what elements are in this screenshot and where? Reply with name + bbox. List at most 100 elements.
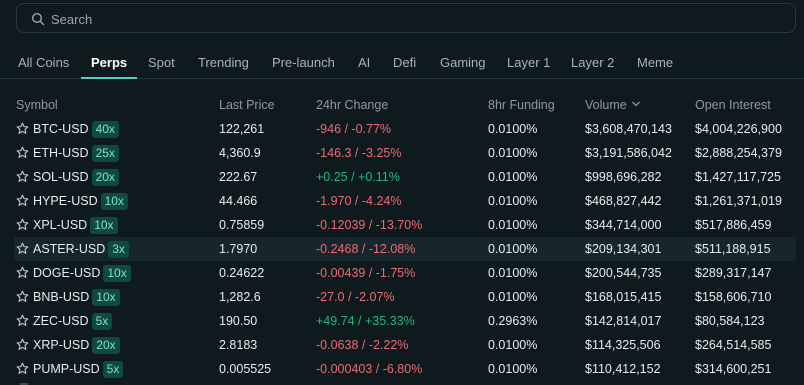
tab-all-coins[interactable]: All Coins bbox=[18, 48, 69, 78]
table-row[interactable]: BTC-USD 40x 122,261 -946 / -0.77% 0.0100% $3,… bbox=[14, 117, 796, 141]
change-cell: -946 / -0.77% bbox=[316, 122, 392, 136]
table-row[interactable]: ZEC-USD 5x 190.50 +49.74 / +35.33% 0.2963% $1… bbox=[14, 309, 796, 333]
table-row[interactable]: HYPE-USD 10x 44.466 -1.970 / -4.24% 0.0100% $… bbox=[14, 189, 796, 213]
funding-cell: 0.0100% bbox=[488, 170, 538, 184]
symbol-name: BNB-USD bbox=[33, 290, 90, 304]
search-input[interactable] bbox=[49, 4, 753, 34]
leverage-badge: 10x bbox=[100, 193, 128, 210]
change-cell: -0.12039 / -13.70% bbox=[316, 218, 423, 232]
tab-trending[interactable]: Trending bbox=[198, 48, 249, 78]
symbol-cell: DOGE-USD 10x bbox=[33, 261, 131, 285]
star-outline-icon[interactable] bbox=[16, 362, 29, 375]
symbol-name: BTC-USD bbox=[33, 122, 89, 136]
symbol-name: ETH-USD bbox=[33, 146, 89, 160]
tab-spot[interactable]: Spot bbox=[148, 48, 175, 78]
star-outline-icon[interactable] bbox=[16, 338, 29, 351]
star-outline-icon[interactable] bbox=[16, 314, 29, 327]
funding-cell: 0.0100% bbox=[488, 242, 538, 256]
symbol-cell: ETH-USD 25x bbox=[33, 141, 119, 165]
symbol-cell: XRP-USD 20x bbox=[33, 333, 120, 357]
last-price-cell: 2.8183 bbox=[219, 338, 258, 352]
leverage-badge: 10x bbox=[90, 217, 118, 234]
change-cell: +0.25 / +0.11% bbox=[316, 170, 400, 184]
open-interest-cell: $1,261,371,019 bbox=[695, 194, 782, 208]
symbol-cell: BNB-USD 10x bbox=[33, 285, 120, 309]
change-cell: -0.00439 / -1.75% bbox=[316, 266, 416, 280]
last-price-cell: 122,261 bbox=[219, 122, 265, 136]
leverage-badge: 10x bbox=[103, 265, 131, 282]
last-price-cell: 1.7970 bbox=[219, 242, 258, 256]
volume-cell: $200,544,735 bbox=[585, 266, 662, 280]
leverage-badge: 20x bbox=[91, 169, 119, 186]
table-row[interactable]: DOGE-USD 10x 0.24622 -0.00439 / -1.75% 0.010… bbox=[14, 261, 796, 285]
column-header-8hr-funding[interactable]: 8hr Funding bbox=[488, 98, 555, 112]
funding-cell: 0.0100% bbox=[488, 266, 538, 280]
last-price-cell: 0.24622 bbox=[219, 266, 265, 280]
last-price-cell: 1,282.6 bbox=[219, 290, 261, 304]
table-row[interactable]: XRP-USD 20x 2.8183 -0.0638 / -2.22% 0.0100% $… bbox=[14, 333, 796, 357]
open-interest-cell: $314,600,251 bbox=[695, 362, 772, 376]
star-outline-icon[interactable] bbox=[16, 170, 29, 183]
last-price-cell: 0.005525 bbox=[219, 362, 272, 376]
column-header-last-price[interactable]: Last Price bbox=[219, 98, 275, 112]
funding-cell: 0.0100% bbox=[488, 146, 538, 160]
change-cell: -27.0 / -2.07% bbox=[316, 290, 395, 304]
star-outline-icon[interactable] bbox=[16, 266, 29, 279]
symbol-name: ZEC-USD bbox=[33, 314, 89, 328]
column-header-open-interest[interactable]: Open Interest bbox=[695, 98, 771, 112]
funding-cell: 0.2963% bbox=[488, 314, 538, 328]
search-bar[interactable] bbox=[16, 3, 796, 34]
open-interest-cell: $511,188,915 bbox=[695, 242, 771, 256]
symbol-cell: XPL-USD 10x bbox=[33, 213, 118, 237]
funding-cell: 0.0100% bbox=[488, 122, 538, 136]
table-row[interactable]: ASTER-USD 3x 1.7970 -0.2468 / -12.08% 0.0100… bbox=[14, 237, 796, 261]
symbol-cell: ZEC-USD 5x bbox=[33, 309, 113, 333]
volume-cell: $3,191,586,042 bbox=[585, 146, 672, 160]
tab-meme[interactable]: Meme bbox=[637, 48, 673, 78]
volume-cell: $142,814,017 bbox=[585, 314, 662, 328]
leverage-badge: 3x bbox=[108, 241, 129, 258]
tab-defi[interactable]: Defi bbox=[393, 48, 416, 78]
last-price-cell: 44.466 bbox=[219, 194, 258, 208]
last-price-cell: 0.75859 bbox=[219, 218, 265, 232]
market-tabs: All Coins Perps Spot Trending Pre-launch… bbox=[0, 48, 804, 79]
leverage-badge: 10x bbox=[92, 289, 120, 306]
search-icon bbox=[31, 12, 45, 26]
column-header-24hr-change[interactable]: 24hr Change bbox=[316, 98, 388, 112]
star-outline-icon[interactable] bbox=[16, 218, 29, 231]
change-cell: +49.74 / +35.33% bbox=[316, 314, 415, 328]
table-row[interactable]: ETH-USD 25x 4,360.9 -146.3 / -3.25% 0.0100% $… bbox=[14, 141, 796, 165]
table-row[interactable]: PUMP-USD 5x 0.005525 -0.000403 / -6.80% 0.01… bbox=[14, 357, 796, 381]
column-header-symbol[interactable]: Symbol bbox=[16, 98, 58, 112]
star-outline-icon[interactable] bbox=[16, 146, 29, 159]
change-cell: -0.0638 / -2.22% bbox=[316, 338, 409, 352]
symbol-name: ASTER-USD bbox=[33, 242, 106, 256]
table-row[interactable]: BNB-USD 10x 1,282.6 -27.0 / -2.07% 0.0100% $1… bbox=[14, 285, 796, 309]
funding-cell: 0.0100% bbox=[488, 338, 538, 352]
star-outline-icon[interactable] bbox=[16, 122, 29, 135]
star-outline-icon[interactable] bbox=[16, 242, 29, 255]
table-row[interactable]: XPL-USD 10x 0.75859 -0.12039 / -13.70% 0.010… bbox=[14, 213, 796, 237]
change-cell: -0.2468 / -12.08% bbox=[316, 242, 416, 256]
open-interest-cell: $289,317,147 bbox=[695, 266, 772, 280]
star-outline-icon[interactable] bbox=[16, 290, 29, 303]
symbol-name: SOL-USD bbox=[33, 170, 89, 184]
tab-ai[interactable]: AI bbox=[358, 48, 370, 78]
change-cell: -146.3 / -3.25% bbox=[316, 146, 402, 160]
symbol-cell: BTC-USD 40x bbox=[33, 117, 119, 141]
tab-layer-1[interactable]: Layer 1 bbox=[507, 48, 550, 78]
column-header-volume[interactable]: Volume bbox=[585, 98, 641, 112]
tab-layer-2[interactable]: Layer 2 bbox=[571, 48, 614, 78]
leverage-badge: 5x bbox=[91, 313, 113, 330]
funding-cell: 0.0100% bbox=[488, 218, 538, 232]
tab-pre-launch[interactable]: Pre-launch bbox=[272, 48, 335, 78]
tab-gaming[interactable]: Gaming bbox=[440, 48, 486, 78]
volume-cell: $110,412,152 bbox=[585, 362, 661, 376]
table-row[interactable]: SOL-USD 20x 222.67 +0.25 / +0.11% 0.0100% $99… bbox=[14, 165, 796, 189]
symbol-cell: HYPE-USD 10x bbox=[33, 189, 128, 213]
funding-cell: 0.0100% bbox=[488, 194, 538, 208]
column-header-volume-label: Volume bbox=[585, 98, 627, 112]
volume-cell: $168,015,415 bbox=[585, 290, 662, 304]
tab-perps[interactable]: Perps bbox=[80, 48, 138, 79]
star-outline-icon[interactable] bbox=[16, 194, 29, 207]
